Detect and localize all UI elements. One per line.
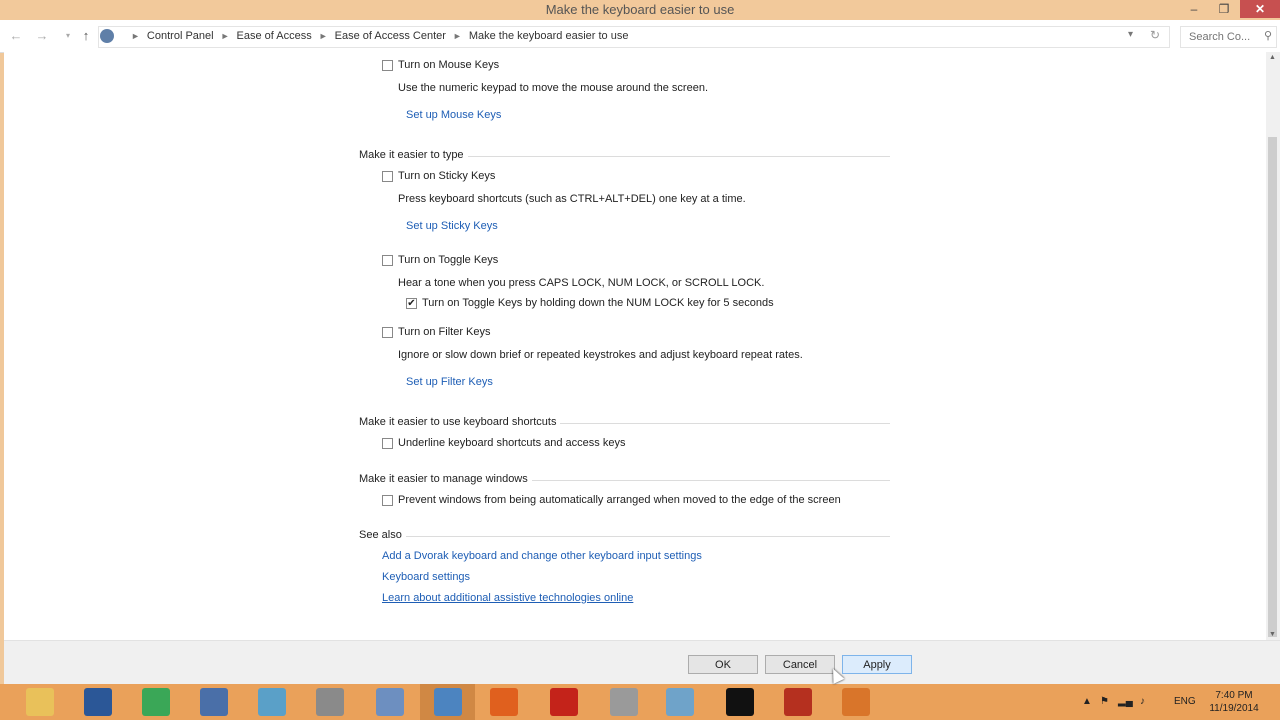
breadcrumb-separator-icon[interactable]: ►: [453, 31, 462, 41]
network-icon[interactable]: ▂▄: [1118, 696, 1133, 707]
clock-time: 7:40 PM: [1215, 690, 1253, 701]
toggle-keys-checkbox[interactable]: [382, 254, 393, 266]
scroll-thumb[interactable]: [1268, 137, 1277, 637]
taskbar: ▲ ⚑ ▂▄ ♪ ENG 7:40 PM 11/19/2014: [0, 684, 1280, 720]
paint-icon[interactable]: [666, 688, 694, 716]
up-arrow-icon[interactable]: ↑: [78, 28, 94, 44]
sticky-keys-option[interactable]: Turn on Sticky Keys: [382, 170, 495, 182]
ok-button[interactable]: OK: [688, 655, 758, 674]
chrome-icon[interactable]: [142, 688, 170, 716]
filter-keys-checkbox[interactable]: [382, 326, 393, 338]
file-explorer-icon[interactable]: [26, 688, 54, 716]
address-bar: ← → ▾ ↑ ► Control Panel ► Ease of Access…: [0, 20, 1280, 53]
toggle-keys-numlock-checkbox[interactable]: ✔: [406, 297, 417, 309]
toggle-keys-option[interactable]: Turn on Toggle Keys: [382, 254, 498, 266]
breadcrumb-separator-icon[interactable]: ►: [221, 31, 230, 41]
volume-icon[interactable]: ♪: [1140, 696, 1145, 707]
assistive-technologies-link[interactable]: Learn about additional assistive technol…: [382, 592, 633, 604]
close-icon[interactable]: ✕: [1240, 0, 1280, 18]
keyboard-settings-link[interactable]: Keyboard settings: [382, 571, 470, 583]
button-bar: OK Cancel Apply: [4, 640, 1280, 685]
app-icon-red[interactable]: [784, 688, 812, 716]
title-bar: Make the keyboard easier to use – ❐ ✕: [0, 0, 1280, 20]
pdf-reader-icon[interactable]: [550, 688, 578, 716]
breadcrumb-separator-icon[interactable]: ►: [319, 31, 328, 41]
language-indicator[interactable]: ENG: [1174, 696, 1196, 707]
scroll-down-icon[interactable]: ▼: [1269, 631, 1276, 638]
firefox-icon[interactable]: [490, 688, 518, 716]
filter-keys-description: Ignore or slow down brief or repeated ke…: [398, 349, 803, 361]
chevron-down-icon[interactable]: ▾: [1128, 29, 1133, 40]
back-arrow-icon[interactable]: ←: [8, 28, 24, 44]
checkers-app-icon[interactable]: [316, 688, 344, 716]
search-box: ⚲: [1180, 26, 1277, 48]
breadcrumb-current-page[interactable]: Make the keyboard easier to use: [469, 30, 629, 42]
dvorak-keyboard-link[interactable]: Add a Dvorak keyboard and change other k…: [382, 550, 702, 562]
window-title: Make the keyboard easier to use: [545, 2, 735, 17]
see-also-section-header: See also: [359, 529, 890, 543]
mouse-keys-label: Turn on Mouse Keys: [398, 59, 500, 71]
mouse-keys-option[interactable]: Turn on Mouse Keys: [382, 59, 499, 71]
control-panel-icon: [100, 29, 114, 43]
tray-overflow-icon[interactable]: ▲: [1082, 696, 1092, 707]
shortcuts-section-heading: Make it easier to use keyboard shortcuts: [359, 416, 561, 428]
setup-sticky-keys-link[interactable]: Set up Sticky Keys: [406, 220, 498, 232]
sticky-keys-description: Press keyboard shortcuts (such as CTRL+A…: [398, 193, 746, 205]
clock[interactable]: 7:40 PM 11/19/2014: [1204, 689, 1264, 715]
underline-shortcuts-label: Underline keyboard shortcuts and access …: [398, 437, 626, 449]
filter-keys-option[interactable]: Turn on Filter Keys: [382, 326, 491, 338]
shortcuts-section-header: Make it easier to use keyboard shortcuts: [359, 416, 890, 430]
type-section-header: Make it easier to type: [359, 149, 890, 163]
maximize-icon[interactable]: ❐: [1210, 0, 1238, 18]
recent-locations-icon[interactable]: ▾: [60, 28, 76, 44]
clock-date: 11/19/2014: [1209, 703, 1259, 714]
word-icon[interactable]: [84, 688, 112, 716]
type-section-heading: Make it easier to type: [359, 149, 468, 161]
breadcrumb-ease-of-access[interactable]: Ease of Access: [237, 30, 312, 42]
minimize-icon[interactable]: –: [1180, 0, 1208, 18]
breadcrumb-control-panel[interactable]: Control Panel: [147, 30, 214, 42]
underline-shortcuts-option[interactable]: Underline keyboard shortcuts and access …: [382, 437, 625, 449]
setup-mouse-keys-link[interactable]: Set up Mouse Keys: [406, 109, 501, 121]
sticky-keys-checkbox[interactable]: [382, 170, 393, 182]
runner-app-icon[interactable]: [726, 688, 754, 716]
notepad-icon[interactable]: [376, 688, 404, 716]
breadcrumb-separator-icon[interactable]: ►: [131, 31, 140, 41]
windows-section-heading: Make it easier to manage windows: [359, 473, 532, 485]
vertical-scrollbar[interactable]: ▲ ▼: [1266, 52, 1280, 640]
scroll-up-icon[interactable]: ▲: [1269, 54, 1276, 61]
apply-button[interactable]: Apply: [842, 655, 912, 674]
forward-arrow-icon[interactable]: →: [34, 28, 50, 44]
breadcrumb: ► Control Panel ► Ease of Access ► Ease …: [100, 29, 628, 43]
setup-filter-keys-link[interactable]: Set up Filter Keys: [406, 376, 493, 388]
toggle-keys-numlock-label: Turn on Toggle Keys by holding down the …: [422, 297, 774, 309]
app-icon-orange[interactable]: [842, 688, 870, 716]
windows-section-header: Make it easier to manage windows: [359, 473, 890, 487]
refresh-icon[interactable]: ↻: [1150, 28, 1160, 42]
toggle-keys-numlock-option[interactable]: ✔ Turn on Toggle Keys by holding down th…: [406, 297, 774, 309]
mouse-keys-checkbox[interactable]: [382, 59, 393, 71]
sticky-keys-label: Turn on Sticky Keys: [398, 170, 496, 182]
search-icon[interactable]: ⚲: [1264, 29, 1272, 42]
toggle-keys-description: Hear a tone when you press CAPS LOCK, NU…: [398, 277, 765, 289]
control-panel-icon[interactable]: [434, 688, 462, 716]
photo-app-icon[interactable]: [258, 688, 286, 716]
prevent-arrange-checkbox[interactable]: [382, 494, 393, 506]
section-divider: [359, 536, 890, 537]
mouse-keys-description: Use the numeric keypad to move the mouse…: [398, 82, 709, 94]
search-input[interactable]: [1187, 27, 1261, 47]
breadcrumb-ease-of-access-center[interactable]: Ease of Access Center: [335, 30, 446, 42]
underline-shortcuts-checkbox[interactable]: [382, 437, 393, 449]
see-also-heading: See also: [359, 529, 406, 541]
prevent-arrange-option[interactable]: Prevent windows from being automatically…: [382, 494, 841, 506]
toggle-keys-label: Turn on Toggle Keys: [398, 254, 499, 266]
cancel-button[interactable]: Cancel: [765, 655, 835, 674]
flag-icon[interactable]: ⚑: [1100, 696, 1109, 707]
camera-app-icon[interactable]: [610, 688, 638, 716]
wordpad-icon[interactable]: [200, 688, 228, 716]
prevent-arrange-label: Prevent windows from being automatically…: [398, 494, 841, 506]
filter-keys-label: Turn on Filter Keys: [398, 326, 491, 338]
